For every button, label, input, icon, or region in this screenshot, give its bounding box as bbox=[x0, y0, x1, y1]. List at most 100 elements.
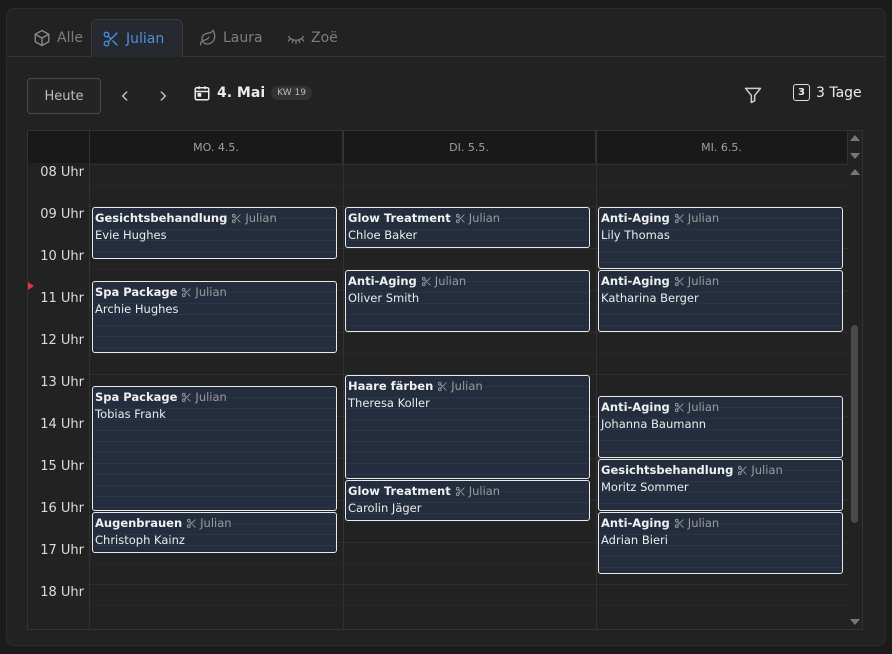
day-divider bbox=[343, 131, 344, 629]
appointment-staff: Julian bbox=[437, 379, 483, 394]
scroll-down-arrow[interactable] bbox=[850, 619, 860, 625]
scissors-icon bbox=[674, 518, 684, 528]
hour-label: 10 Uhr bbox=[40, 249, 84, 264]
scissors-icon bbox=[674, 276, 684, 287]
appointment[interactable]: Augenbrauen Julian Christoph Kainz bbox=[92, 511, 337, 553]
appointment-client: Carolin Jäger bbox=[348, 501, 422, 515]
tab-zoe[interactable]: Zoë bbox=[277, 19, 348, 57]
scroll-up-arrow[interactable] bbox=[850, 135, 860, 141]
hour-label: 08 Uhr bbox=[40, 165, 84, 180]
appointment-header: Anti-Aging Julian bbox=[348, 274, 587, 289]
appointment-staff: Julian bbox=[421, 274, 466, 289]
appointment[interactable]: Glow Treatment Julian Carolin Jäger bbox=[345, 480, 590, 521]
half-hour-line bbox=[90, 605, 848, 606]
scissors-icon bbox=[455, 486, 465, 497]
staff-name: Julian bbox=[687, 400, 720, 414]
appointment-service: Spa Package bbox=[95, 389, 178, 404]
view-count-icon: 3 bbox=[793, 84, 810, 101]
appointment-staff: Julian bbox=[455, 484, 500, 499]
appointment[interactable]: Anti-Aging Julian Adrian Bieri bbox=[598, 511, 843, 574]
appointment-staff: Julian bbox=[674, 516, 719, 531]
appointment-client: Archie Hughes bbox=[95, 301, 179, 316]
staff-tabs: Alle Julian Laura Zoë bbox=[7, 9, 885, 57]
staff-name: Julian bbox=[687, 211, 720, 225]
appointment-header: Anti-Aging Julian bbox=[601, 400, 840, 415]
appointment[interactable]: Haare färben Julian Theresa Koller bbox=[345, 375, 590, 479]
cube-icon bbox=[34, 29, 50, 47]
scrollbar-thumb[interactable] bbox=[851, 325, 858, 523]
appointment-client: Chloe Baker bbox=[348, 228, 418, 242]
appointment[interactable]: Glow Treatment Julian Chloe Baker bbox=[345, 207, 590, 248]
appointment-staff: Julian bbox=[231, 211, 277, 226]
appointment-client: Tobias Frank bbox=[95, 406, 166, 421]
appointment[interactable]: Spa Package Julian Archie Hughes bbox=[92, 280, 337, 353]
toolbar: Heute 4. Mai KW 19 3 3 Tage bbox=[7, 57, 885, 131]
view-days-button[interactable]: 3 3 Tage bbox=[793, 84, 862, 101]
filter-button[interactable] bbox=[743, 85, 765, 107]
tab-laura[interactable]: Laura bbox=[189, 19, 273, 57]
calendar-icon bbox=[194, 86, 210, 101]
appointment-service: Glow Treatment bbox=[348, 484, 451, 498]
appointment-client: Theresa Koller bbox=[348, 396, 430, 410]
today-button[interactable]: Heute bbox=[27, 78, 101, 114]
leaf-icon bbox=[199, 29, 216, 46]
tab-label: Laura bbox=[223, 30, 263, 46]
hour-line bbox=[90, 164, 848, 165]
week-badge: KW 19 bbox=[271, 86, 312, 100]
appointment-client: Oliver Smith bbox=[348, 291, 420, 305]
appointment-header: Glow Treatment Julian bbox=[348, 484, 587, 499]
tab-label: Julian bbox=[126, 30, 165, 47]
day-header-mon: MO. 4.5. bbox=[90, 131, 343, 163]
appointment-service: Anti-Aging bbox=[601, 400, 670, 414]
appointment-service: Glow Treatment bbox=[348, 211, 451, 225]
appointment-header: Glow Treatment Julian bbox=[348, 211, 587, 226]
tab-alle[interactable]: Alle bbox=[23, 19, 93, 57]
appointment[interactable]: Gesichtsbehandlung Julian Moritz Sommer bbox=[598, 459, 843, 511]
staff-name: Julian bbox=[195, 284, 227, 299]
appointment-client: Christoph Kainz bbox=[95, 532, 185, 547]
appointment-client: Lily Thomas bbox=[601, 228, 670, 242]
appointment[interactable]: Anti-Aging Julian Lily Thomas bbox=[598, 207, 843, 269]
appointment-service: Augenbrauen bbox=[95, 515, 183, 530]
appointment-staff: Julian bbox=[455, 211, 500, 226]
hour-label: 13 Uhr bbox=[40, 375, 84, 390]
hour-label: 09 Uhr bbox=[40, 207, 84, 222]
calendar-grid: MO. 4.5. DI. 5.5. MI. 6.5. 08 Uhr 09 Uhr 1… bbox=[27, 130, 863, 630]
staff-name: Julian bbox=[451, 379, 483, 393]
current-time-marker bbox=[28, 282, 34, 290]
appointment-service: Gesichtsbehandlung bbox=[601, 463, 734, 477]
appointment-header: Spa Package Julian bbox=[95, 390, 334, 405]
appointment-staff: Julian bbox=[737, 463, 783, 478]
appointment[interactable]: Spa Package Julian Tobias Frank bbox=[92, 385, 337, 511]
prev-button[interactable] bbox=[115, 86, 135, 106]
date-picker[interactable]: 4. Mai KW 19 bbox=[193, 84, 312, 102]
appointment-header: Anti-Aging Julian bbox=[601, 516, 840, 531]
appointment-header: Haare färben Julian bbox=[348, 379, 587, 394]
filter-icon bbox=[744, 87, 762, 104]
staff-name: Julian bbox=[195, 389, 227, 404]
next-button[interactable] bbox=[153, 86, 173, 106]
appointment-staff: Julian bbox=[181, 389, 227, 405]
appointment-staff: Julian bbox=[674, 211, 719, 226]
scroll-up-arrow[interactable] bbox=[850, 169, 860, 175]
appointment[interactable]: Anti-Aging Julian Oliver Smith bbox=[345, 270, 590, 332]
appointment-header: Anti-Aging Julian bbox=[601, 211, 840, 226]
appointment-header: Anti-Aging Julian bbox=[601, 274, 840, 289]
scissors-icon bbox=[438, 381, 447, 392]
appointment-header: Gesichtsbehandlung Julian bbox=[601, 463, 840, 478]
corner-header bbox=[28, 131, 90, 163]
appointment-client: Katharina Berger bbox=[601, 291, 699, 305]
appointment-service: Haare färben bbox=[348, 379, 434, 393]
appointment-staff: Julian bbox=[181, 284, 227, 300]
hour-label: 15 Uhr bbox=[40, 459, 84, 474]
appointment[interactable]: Anti-Aging Julian Katharina Berger bbox=[598, 270, 843, 332]
staff-name: Julian bbox=[468, 484, 501, 498]
tab-label: Alle bbox=[57, 30, 83, 46]
tab-julian[interactable]: Julian bbox=[91, 19, 183, 57]
scroll-down-arrow[interactable] bbox=[850, 153, 860, 159]
scissors-icon bbox=[455, 213, 465, 224]
appointment[interactable]: Anti-Aging Julian Johanna Baumann bbox=[598, 396, 843, 458]
appointment-header: Augenbrauen Julian bbox=[95, 516, 334, 531]
hour-label: 11 Uhr bbox=[40, 291, 84, 306]
appointment[interactable]: Gesichtsbehandlung Julian Evie Hughes bbox=[92, 207, 337, 259]
